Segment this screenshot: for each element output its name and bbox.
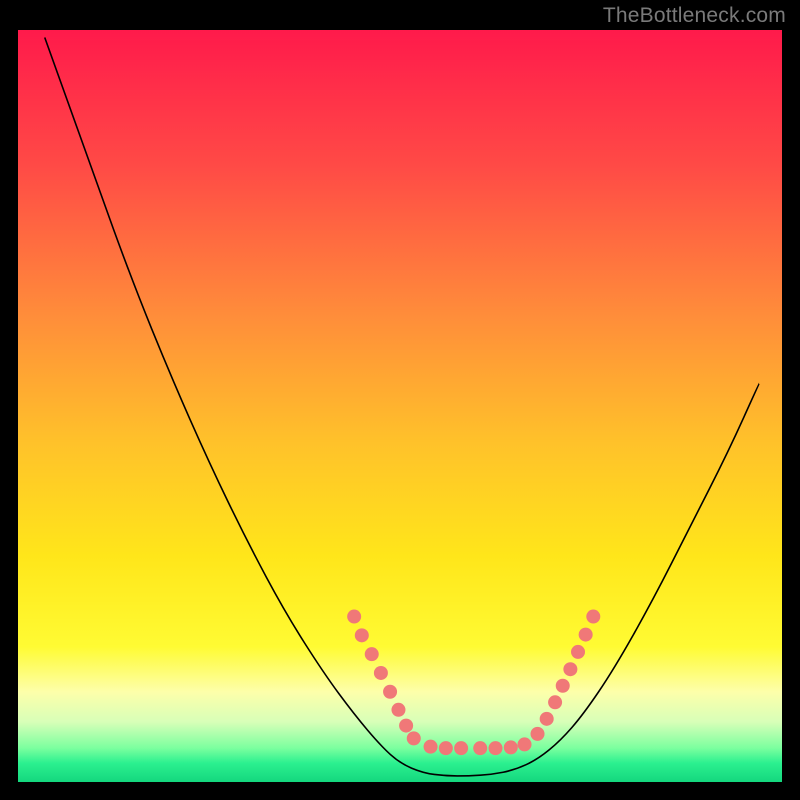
watermark-text: TheBottleneck.com [603, 4, 786, 28]
marker-dot [383, 685, 397, 699]
marker-dot [374, 666, 388, 680]
marker-dot [424, 740, 438, 754]
marker-dot [399, 719, 413, 733]
chart-svg [0, 0, 800, 800]
marker-dot [571, 645, 585, 659]
marker-dot [556, 679, 570, 693]
marker-dot [504, 740, 518, 754]
plot-background [18, 30, 782, 782]
marker-dot [347, 610, 361, 624]
marker-dot [489, 741, 503, 755]
marker-dot [579, 628, 593, 642]
marker-dot [391, 703, 405, 717]
marker-dot [439, 741, 453, 755]
marker-dot [355, 628, 369, 642]
marker-dot [586, 610, 600, 624]
marker-dot [518, 737, 532, 751]
marker-dot [540, 712, 554, 726]
marker-dot [407, 731, 421, 745]
marker-dot [531, 727, 545, 741]
chart-stage: TheBottleneck.com [0, 0, 800, 800]
marker-dot [454, 741, 468, 755]
marker-dot [563, 662, 577, 676]
marker-dot [473, 741, 487, 755]
marker-dot [365, 647, 379, 661]
marker-dot [548, 695, 562, 709]
